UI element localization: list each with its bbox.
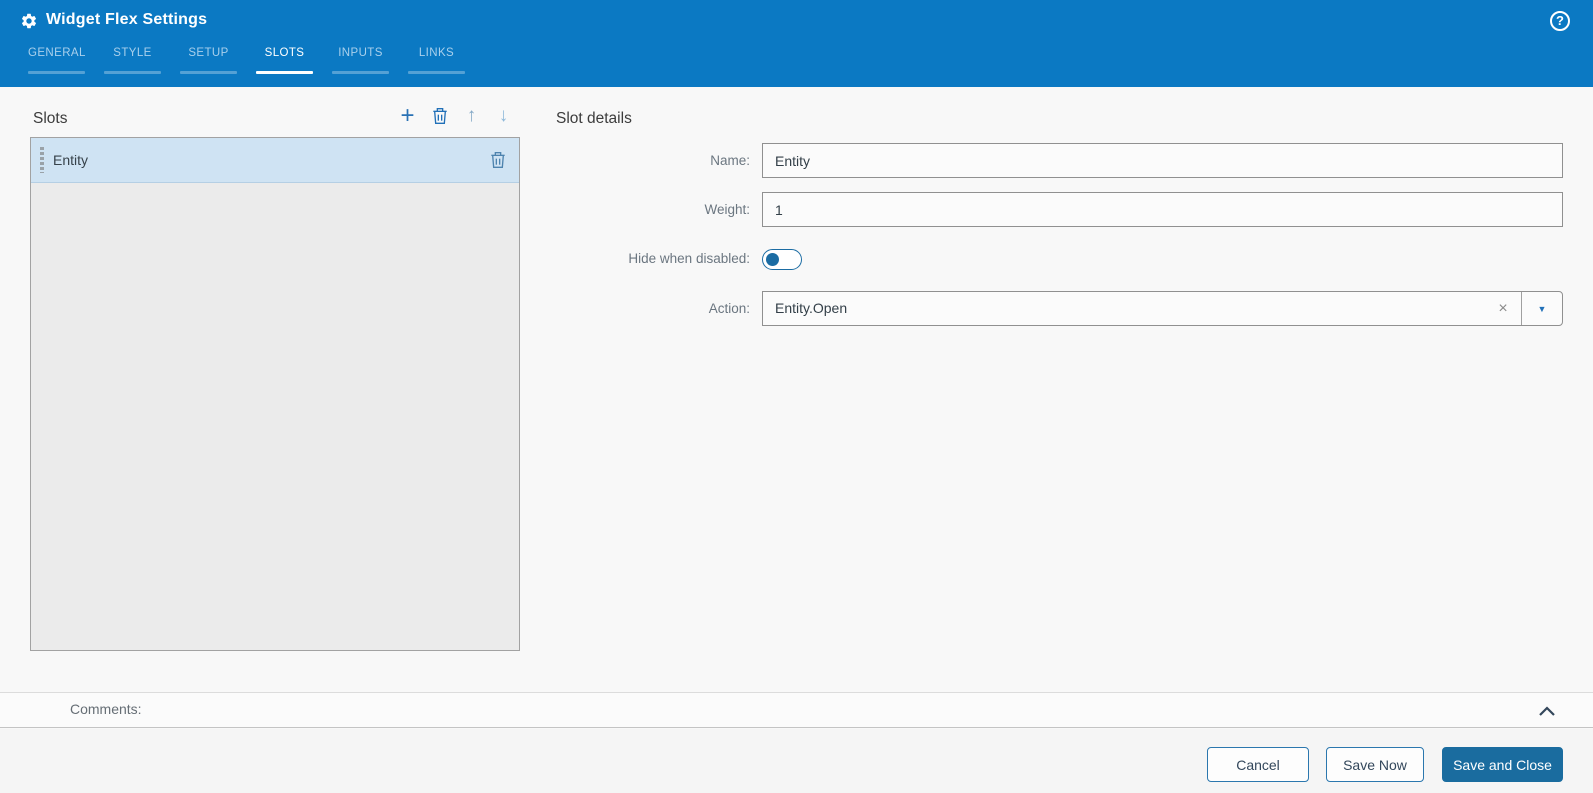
add-slot-button[interactable]: + <box>398 103 417 129</box>
weight-input[interactable] <box>762 192 1563 227</box>
tab-underline <box>332 71 389 74</box>
chevron-down-icon[interactable]: ▼ <box>1521 292 1562 325</box>
dialog-header: Widget Flex Settings ? GENERAL STYLE SET… <box>0 0 1593 87</box>
tab-bar: GENERAL STYLE SETUP SLOTS INPUTS LINKS <box>28 46 484 74</box>
tab-underline <box>256 71 313 74</box>
cancel-button[interactable]: Cancel <box>1207 747 1309 782</box>
name-row: Name: <box>556 143 1563 178</box>
slots-panel-title: Slots <box>33 110 68 127</box>
comments-label: Comments: <box>70 701 142 717</box>
hide-when-disabled-row: Hide when disabled: <box>556 248 1563 270</box>
hide-when-disabled-toggle[interactable] <box>762 249 802 270</box>
tab-underline <box>408 71 465 74</box>
clear-icon[interactable]: × <box>1485 292 1521 325</box>
tab-underline <box>104 71 161 74</box>
tab-slots[interactable]: SLOTS <box>256 46 313 74</box>
action-combobox[interactable]: Entity.Open × ▼ <box>762 291 1563 326</box>
move-up-button[interactable]: ↑ <box>462 103 481 129</box>
save-and-close-button[interactable]: Save and Close <box>1442 747 1563 782</box>
name-label: Name: <box>710 153 750 168</box>
drag-handle-icon[interactable] <box>40 147 44 173</box>
tab-label: SETUP <box>188 47 229 59</box>
slot-list-item-entity[interactable]: Entity <box>31 138 519 183</box>
action-label: Action: <box>708 301 750 316</box>
comments-collapse-bar[interactable]: Comments: <box>0 692 1593 728</box>
tab-inputs[interactable]: INPUTS <box>332 46 389 74</box>
slot-item-label: Entity <box>53 152 89 168</box>
dialog-title: Widget Flex Settings <box>46 11 208 28</box>
slot-details-form: Name: Weight: Hide when disabled: Action… <box>556 143 1563 326</box>
gear-icon <box>20 12 38 30</box>
toggle-knob <box>766 252 779 266</box>
chevron-up-icon[interactable] <box>1538 704 1556 716</box>
weight-row: Weight: <box>556 192 1563 227</box>
tab-general[interactable]: GENERAL <box>28 46 85 74</box>
tab-setup[interactable]: SETUP <box>180 46 237 74</box>
hide-when-disabled-label: Hide when disabled: <box>628 251 750 266</box>
tab-label: STYLE <box>113 47 152 59</box>
move-down-button[interactable]: ↓ <box>494 103 513 129</box>
action-row: Action: Entity.Open × ▼ <box>556 291 1563 326</box>
slots-toolbar: + ↑ ↓ <box>398 103 513 129</box>
footer-bar: Cancel Save Now Save and Close <box>0 729 1593 793</box>
tab-underline <box>180 71 237 74</box>
slots-list: Entity <box>30 137 520 651</box>
save-now-button[interactable]: Save Now <box>1326 747 1424 782</box>
help-icon[interactable]: ? <box>1550 11 1570 31</box>
action-value[interactable]: Entity.Open <box>763 292 1485 325</box>
weight-label: Weight: <box>704 202 750 217</box>
delete-slot-button[interactable] <box>430 103 449 129</box>
tab-label: GENERAL <box>28 47 86 59</box>
tab-style[interactable]: STYLE <box>104 46 161 74</box>
tab-underline <box>28 71 85 74</box>
slot-details-title: Slot details <box>556 110 632 127</box>
row-delete-icon[interactable] <box>490 151 507 170</box>
tab-links[interactable]: LINKS <box>408 46 465 74</box>
tab-label: INPUTS <box>338 47 383 59</box>
tab-label: LINKS <box>418 47 455 59</box>
tab-label: SLOTS <box>264 47 305 59</box>
name-input[interactable] <box>762 143 1563 178</box>
